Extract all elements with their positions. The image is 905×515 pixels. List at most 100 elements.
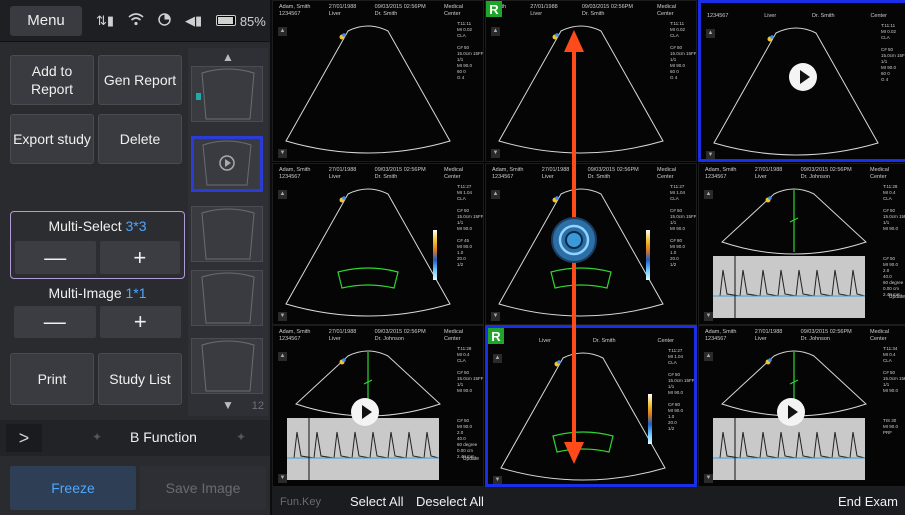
imaging-parameters: T:11:28 MI 0.4 CLA C# 50 15.0cm 15FPS 1/… (883, 184, 905, 297)
play-icon[interactable] (351, 398, 379, 426)
network-icon: ⇅▮ (96, 13, 115, 28)
imaging-parameters: T:11:27 MI 1.04 CLA C# 50 15.0cm 15FPS 1… (668, 348, 697, 431)
cell-option-icon[interactable]: ▼ (704, 312, 713, 321)
update-label[interactable]: Update (889, 294, 905, 300)
gen-report-button[interactable]: Gen Report (98, 55, 182, 105)
multi-image-title: Multi-Image 1*1 (10, 285, 185, 301)
thumbnail-strip[interactable]: ▲ ▼ 12 (188, 48, 268, 416)
battery-indicator: 85% (216, 14, 266, 29)
doppler-spectrum (713, 256, 866, 318)
doppler-spectrum (713, 418, 866, 480)
cell-option-icon[interactable]: ▲ (491, 27, 500, 36)
imaging-parameters: T:11:11 MI 0.02 CLA C# 50 15.0cm 15FPS 1… (457, 21, 484, 80)
ultrasound-image-cell[interactable]: Adam, Smith 1234567 27/01/1988 Liver 09/03… (272, 325, 484, 487)
thumbnail[interactable] (191, 338, 263, 394)
multi-image-label: Multi-Image (48, 285, 122, 301)
cell-option-icon[interactable]: ▲ (491, 190, 500, 199)
left-panel: Menu ⇅▮ ◀▮ 85% Add to Report Gen Report … (0, 0, 270, 515)
wifi-icon (128, 13, 144, 29)
cell-option-icon[interactable]: ▲ (278, 190, 287, 199)
status-icons: ⇅▮ ◀▮ 85% (96, 10, 266, 32)
ultrasound-image-cell[interactable]: Adam, Smith 1234567 27/01/1988 Liver 09/03… (272, 163, 484, 325)
color-scale-bar (646, 230, 650, 280)
save-image-button[interactable]: Save Image (140, 466, 266, 510)
freeze-button[interactable]: Freeze (10, 466, 136, 510)
ultrasound-image-cell[interactable]: Smith 27/01/1988 Liver09/03/2015 02:56PM… (485, 0, 697, 162)
multi-select-title: Multi-Select 3*3 (11, 218, 184, 234)
add-to-report-button[interactable]: Add to Report (10, 55, 94, 105)
cell-option-icon[interactable]: ▼ (706, 151, 715, 159)
ultrasound-image-cell[interactable]: 7 Liver Dr. Smith CenterT:11:27 MI 1.04 … (485, 325, 697, 487)
imaging-parameters: T:11:28 MI 0.4 CLA C# 50 15.0cm 15FPS 1/… (457, 346, 484, 459)
cell-option-icon[interactable]: ▼ (491, 312, 500, 321)
battery-icon (216, 14, 237, 26)
multi-image-plus-button[interactable]: + (99, 306, 181, 338)
cell-option-icon[interactable]: ▼ (493, 476, 502, 484)
top-status-bar: Menu ⇅▮ ◀▮ 85% (0, 0, 270, 42)
cell-option-icon[interactable]: ▲ (704, 352, 713, 361)
imaging-parameters: T:11:27 MI 1.04 CLA C# 50 15.0cm 15FPS 1… (457, 184, 484, 267)
scroll-up-icon[interactable]: ▲ (222, 50, 234, 64)
speaker-icon: ◀▮ (185, 13, 203, 28)
delete-button[interactable]: Delete (98, 114, 182, 164)
clock-icon (158, 13, 171, 29)
imaging-parameters: T:11:11 MI 0.02 CLA C# 50 15.0cm 15FPS 1… (670, 21, 697, 80)
cell-option-icon[interactable]: ▲ (704, 190, 713, 199)
color-scale-bar (433, 230, 437, 280)
ultrasound-sector (285, 188, 451, 317)
ultrasound-image-cell[interactable]: Adam, Smith 1234567 27/01/1988 Liver 09/03… (698, 163, 905, 325)
imaging-parameters: T:11:34 MI 0.4 CLA C# 50 15.0cm 15FPS 1/… (883, 346, 905, 435)
thumbnail[interactable] (191, 206, 263, 262)
cell-option-icon[interactable]: ▲ (493, 354, 502, 363)
multi-select-value: 3*3 (125, 218, 147, 234)
function-prev-icon[interactable]: ✦ (92, 430, 102, 444)
cell-option-icon[interactable]: ▲ (706, 29, 715, 38)
color-scale-bar (648, 394, 652, 444)
print-button[interactable]: Print (10, 353, 94, 405)
cell-option-icon[interactable]: ▼ (278, 474, 287, 483)
menu-button[interactable]: Menu (10, 6, 82, 36)
thumbnail-selected[interactable] (191, 136, 263, 192)
cell-option-icon[interactable]: ▲ (278, 352, 287, 361)
ultrasound-sector (498, 188, 664, 317)
ultrasound-sector (500, 352, 666, 481)
imaging-parameters: T:11:11 MI 0.02 CLA C# 50 15.0cm 15FPS 1… (881, 23, 905, 82)
multi-image-value: 1*1 (125, 285, 147, 301)
thumbnail[interactable] (191, 270, 263, 326)
fun-key-button[interactable]: Fun.Key (280, 496, 321, 508)
export-study-button[interactable]: Export study (10, 114, 94, 164)
bottom-toolbar: Fun.Key Select All Deselect All End Exam (272, 487, 905, 515)
thumbnail[interactable] (191, 66, 263, 122)
r-marker-badge: R (488, 328, 504, 344)
cell-option-icon[interactable]: ▲ (278, 27, 287, 36)
study-list-button[interactable]: Study List (98, 353, 182, 405)
multi-image-stepper: — + (10, 306, 185, 338)
ultrasound-image-cell[interactable]: Adam, Smith 1234567 27/01/1988 Liver 09/03… (485, 163, 697, 325)
b-function-label[interactable]: B Function (130, 429, 197, 445)
play-icon[interactable] (789, 63, 817, 91)
multi-image-minus-button[interactable]: — (14, 306, 96, 338)
function-next-icon[interactable]: ✦ (236, 430, 246, 444)
cell-option-icon[interactable]: ▼ (278, 149, 287, 158)
multi-select-minus-button[interactable]: — (15, 241, 96, 274)
expand-arrow-button[interactable]: > (6, 424, 42, 452)
cell-option-icon[interactable]: ▼ (491, 149, 500, 158)
deselect-all-button[interactable]: Deselect All (416, 494, 484, 509)
select-all-button[interactable]: Select All (350, 494, 403, 509)
r-marker-badge: R (486, 1, 502, 17)
image-grid[interactable]: Adam, Smith 1234567 27/01/1988 Liver 09/03… (272, 0, 905, 487)
update-label[interactable]: Update (463, 456, 479, 462)
ultrasound-image-cell[interactable]: 1234567 Liver Dr. Smith Center T:11:11 MI… (698, 0, 905, 162)
ultrasound-sector (285, 25, 451, 154)
doppler-spectrum (287, 418, 440, 480)
cell-option-icon[interactable]: ▼ (704, 474, 713, 483)
imaging-parameters: T:11:27 MI 1.04 CLA C# 50 15.0cm 15FPS 1… (670, 184, 697, 267)
ultrasound-image-cell[interactable]: Adam, Smith 1234567 27/01/1988 Liver 09/03… (272, 0, 484, 162)
end-exam-button[interactable]: End Exam (838, 494, 898, 509)
multi-select-plus-button[interactable]: + (99, 241, 180, 274)
cell-option-icon[interactable]: ▼ (278, 312, 287, 321)
ultrasound-image-cell[interactable]: Adam, Smith 1234567 27/01/1988 Liver 09/03… (698, 325, 905, 487)
scroll-down-icon[interactable]: ▼ (222, 398, 234, 412)
multi-select-control: Multi-Select 3*3 — + (10, 211, 185, 279)
play-icon[interactable] (777, 398, 805, 426)
